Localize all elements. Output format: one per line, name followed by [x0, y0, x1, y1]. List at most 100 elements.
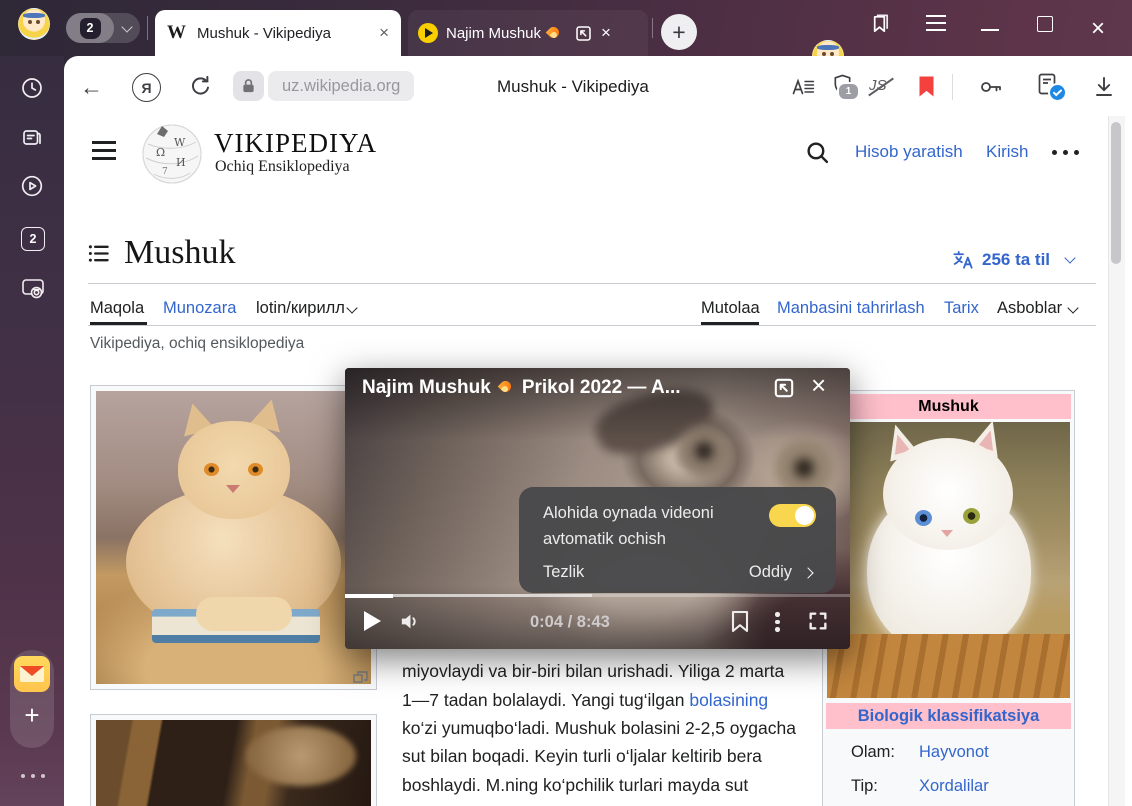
- active-tab-underline: [90, 322, 147, 325]
- pip-return-icon[interactable]: [772, 376, 796, 400]
- tab-counter-shield: 2: [66, 13, 114, 43]
- mail-app-icon[interactable]: [14, 656, 50, 692]
- pip-close-icon[interactable]: ×: [811, 370, 826, 401]
- title-divider: [88, 283, 1096, 284]
- password-key-icon[interactable]: [978, 75, 1004, 99]
- tab-video[interactable]: Najim Mushuk Pri ×: [408, 10, 648, 56]
- close-tab-icon[interactable]: ×: [601, 23, 611, 43]
- wikipedia-favicon: W: [167, 22, 186, 44]
- tab-history[interactable]: Tarix: [944, 299, 979, 318]
- profile-avatar[interactable]: [18, 8, 50, 40]
- video-player-icon[interactable]: [20, 174, 44, 198]
- more-options-icon[interactable]: [1052, 150, 1079, 155]
- tab-talk[interactable]: Munozara: [163, 299, 236, 318]
- article-thumbnail[interactable]: [90, 385, 377, 690]
- svg-text:W: W: [174, 136, 186, 149]
- infobox: Mushuk Biologik klassifikatsiya Olam: Ha…: [822, 390, 1075, 806]
- bookmarks-icon[interactable]: [868, 12, 891, 36]
- time-display: 0:04 / 8:43: [530, 613, 610, 632]
- fullscreen-icon[interactable]: [807, 610, 829, 632]
- pip-settings-panel: Alohida oynada videoni avtomatik ochish …: [519, 487, 836, 593]
- site-security-button[interactable]: [233, 71, 264, 101]
- wikipedia-logo[interactable]: Ω W И 7: [140, 120, 204, 186]
- wiki-wordmark[interactable]: VIKIPEDIYA: [214, 130, 377, 157]
- translate-page-icon[interactable]: [1036, 72, 1060, 98]
- video-favicon: [418, 23, 438, 43]
- svg-text:Ω: Ω: [156, 146, 165, 159]
- volume-icon[interactable]: [398, 610, 421, 633]
- language-icon[interactable]: [952, 249, 975, 272]
- bookmark-saved-icon[interactable]: [917, 75, 936, 98]
- pip-player[interactable]: Najim Mushuk Prikol 2022 — A... × Alohid…: [345, 368, 850, 649]
- cat-photo: [96, 720, 371, 806]
- yandex-icon[interactable]: Я: [132, 73, 161, 102]
- toc-icon[interactable]: [88, 243, 109, 264]
- script-switcher[interactable]: lotin/кирилл: [256, 299, 345, 318]
- new-tab-button[interactable]: +: [661, 14, 697, 50]
- adblock-shield-icon[interactable]: 1: [831, 73, 854, 98]
- close-window-button[interactable]: ×: [1091, 15, 1105, 43]
- sidebar-more-icon[interactable]: [21, 774, 45, 778]
- enlarge-icon[interactable]: [353, 671, 368, 684]
- back-icon[interactable]: ←: [80, 74, 103, 101]
- article-thumbnail[interactable]: [90, 714, 377, 806]
- fire-icon: [547, 26, 560, 40]
- inline-link[interactable]: bolasining: [689, 690, 768, 710]
- tab-edit-source[interactable]: Manbasini tahrirlash: [777, 299, 925, 318]
- pip-icon[interactable]: [574, 24, 593, 43]
- article-title: Mushuk: [124, 234, 235, 272]
- screenshot-icon[interactable]: [20, 276, 46, 301]
- toolbar-page-title[interactable]: Mushuk - Vikipediya: [497, 77, 649, 97]
- speed-label: Tezlik: [543, 563, 584, 582]
- notes-icon[interactable]: [20, 126, 44, 150]
- bookmark-video-icon[interactable]: [730, 610, 750, 633]
- tab-read[interactable]: Mutolaa: [701, 299, 760, 318]
- maximize-button[interactable]: [1037, 16, 1053, 32]
- speed-value[interactable]: Oddiy: [749, 563, 792, 582]
- autopip-toggle[interactable]: [769, 504, 816, 527]
- infobox-row-label: Olam:: [851, 743, 895, 762]
- lock-icon: [241, 78, 256, 94]
- kebab-menu-icon[interactable]: [775, 609, 780, 635]
- history-icon[interactable]: [20, 76, 44, 100]
- tab-wikipedia[interactable]: W Mushuk - Vikipediya ×: [155, 10, 401, 56]
- reader-mode-icon[interactable]: [791, 75, 816, 99]
- infobox-row-value[interactable]: Hayvonot: [919, 743, 989, 762]
- menu-icon[interactable]: [926, 15, 946, 31]
- download-icon[interactable]: [1092, 74, 1116, 100]
- infobox-title: Mushuk: [826, 394, 1071, 419]
- svg-text:7: 7: [162, 167, 168, 177]
- progress-played: [345, 594, 393, 598]
- divider: [952, 74, 953, 100]
- fire-icon: [499, 380, 514, 396]
- shield-badge: 1: [837, 82, 860, 101]
- chevron-down-icon: [121, 21, 132, 32]
- body-text-line: 1—7 tadan bolalaydi. Yangi tug‘ilgan bol…: [402, 690, 768, 711]
- tab-article[interactable]: Maqola: [90, 299, 144, 318]
- pip-title: Najim Mushuk Prikol 2022 — A...: [362, 377, 681, 399]
- kitten-blue-eye: [915, 510, 932, 526]
- wiki-menu-icon[interactable]: [92, 141, 116, 160]
- play-button[interactable]: [364, 611, 381, 631]
- scrollbar-thumb[interactable]: [1111, 122, 1121, 264]
- kitten-photo[interactable]: [827, 422, 1070, 698]
- create-account-link[interactable]: Hisob yaratish: [855, 142, 963, 162]
- infobox-section-header: Biologik klassifikatsiya: [826, 703, 1071, 729]
- login-link[interactable]: Kirish: [986, 142, 1029, 162]
- minimize-button[interactable]: [981, 29, 999, 31]
- add-app-button[interactable]: +: [14, 700, 50, 731]
- address-bar[interactable]: uz.wikipedia.org: [268, 71, 414, 101]
- tab-tools[interactable]: Asboblar: [997, 299, 1062, 318]
- language-count-button[interactable]: 256 ta til: [982, 250, 1050, 270]
- body-text-line: ko‘zi yumuqbo‘ladi. Mushuk bolasini 2-2,…: [402, 718, 796, 739]
- reload-icon[interactable]: [188, 74, 213, 99]
- tab-title: Najim Mushuk Pri: [446, 25, 564, 42]
- tabs-panel-icon[interactable]: 2: [21, 227, 45, 251]
- js-off-icon[interactable]: ЈЅ: [869, 77, 887, 94]
- tab-counter[interactable]: 2: [66, 13, 140, 43]
- search-icon[interactable]: [805, 140, 830, 165]
- kitten-green-eye: [963, 508, 980, 524]
- chevron-right-icon[interactable]: [802, 567, 813, 578]
- close-tab-icon[interactable]: ×: [379, 23, 389, 43]
- infobox-row-value[interactable]: Xordalilar: [919, 777, 989, 796]
